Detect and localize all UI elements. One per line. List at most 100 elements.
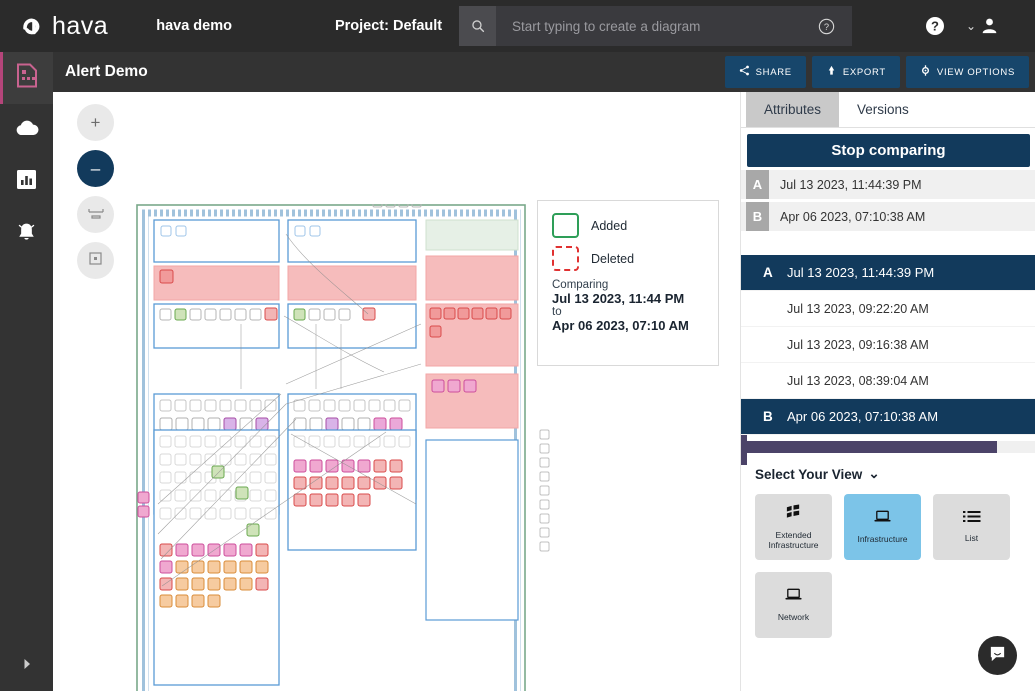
tab-attributes[interactable]: Attributes <box>746 92 839 127</box>
legend-from-date: Jul 13 2023, 11:44 PM <box>552 291 704 306</box>
bar-chart-icon <box>16 169 37 195</box>
export-button[interactable]: EXPORT <box>812 56 900 88</box>
view-card-infrastructure[interactable]: Infrastructure <box>844 494 921 560</box>
grid-blocks-icon <box>785 504 802 525</box>
legend-to-label: to <box>552 306 704 318</box>
view-card-network-label: Network <box>778 613 809 623</box>
compare-slot-a[interactable]: A Jul 13 2023, 11:44:39 PM <box>741 170 1035 199</box>
legend-added-row: Added <box>552 213 704 238</box>
bell-icon <box>16 221 37 248</box>
search-icon[interactable] <box>459 6 496 46</box>
view-card-network[interactable]: Network <box>755 572 832 638</box>
sidebar-item-alerts[interactable] <box>0 208 53 260</box>
sidebar-item-reports[interactable] <box>0 156 53 208</box>
tab-versions-label: Versions <box>857 102 909 117</box>
view-card-list-label: List <box>965 534 978 544</box>
center-icon <box>88 251 103 271</box>
legend-deleted-row: Deleted <box>552 246 704 271</box>
hava-diagram-app: hava hava demo Project: Default ▾ ? ? <box>0 0 1035 691</box>
diagram-toolbar: Alert Demo SHARE <box>53 52 1035 92</box>
svg-text:?: ? <box>931 19 939 34</box>
view-card-infrastructure-label: Infrastructure <box>857 535 907 545</box>
export-icon <box>826 65 837 79</box>
version-row-3-date: Jul 13 2023, 09:16:38 AM <box>787 338 929 352</box>
select-view-label: Select Your View <box>755 467 862 482</box>
select-view-toggle[interactable]: Select Your View ⌄ <box>755 466 1035 482</box>
user-menu-chevron-icon[interactable]: ⌄ <box>966 19 976 33</box>
chevron-down-icon: ⌄ <box>868 466 879 482</box>
view-options-button-label: VIEW OPTIONS <box>937 67 1015 78</box>
export-button-label: EXPORT <box>843 67 886 78</box>
version-list: A Jul 13 2023, 11:44:39 PM Jul 13 2023, … <box>741 255 1035 435</box>
legend-deleted-label: Deleted <box>591 252 634 266</box>
version-row-2[interactable]: Jul 13 2023, 09:22:20 AM <box>741 291 1035 327</box>
help-circle-icon[interactable]: ? <box>818 18 835 40</box>
added-swatch-icon <box>552 213 579 238</box>
chat-widget-button[interactable] <box>978 636 1017 675</box>
view-card-list[interactable]: List <box>933 494 1010 560</box>
plus-icon: + <box>91 113 101 133</box>
list-icon <box>963 510 981 528</box>
view-card-extended-infrastructure[interactable]: Extended Infrastructure <box>755 494 832 560</box>
hava-logo-icon <box>22 13 48 39</box>
chat-bubble-icon <box>988 644 1007 668</box>
zoom-controls: + – <box>77 104 114 279</box>
version-row-3[interactable]: Jul 13 2023, 09:16:38 AM <box>741 327 1035 363</box>
tab-versions[interactable]: Versions <box>839 92 927 127</box>
project-selector[interactable]: Project: Default <box>335 18 442 34</box>
legend-comparing-label: Comparing <box>552 279 704 291</box>
compare-slot-b-date: Apr 06 2023, 07:10:38 AM <box>769 202 925 231</box>
view-options-button[interactable]: VIEW OPTIONS <box>906 56 1029 88</box>
sidebar-expand-button[interactable] <box>0 651 53 681</box>
compare-slot-a-badge: A <box>746 170 769 199</box>
search-input[interactable] <box>496 6 852 46</box>
share-icon <box>739 65 750 79</box>
panel-horizontal-scrollbar[interactable] <box>741 441 1035 453</box>
brand-logo[interactable]: hava <box>22 13 108 39</box>
zoom-in-button[interactable]: + <box>77 104 114 141</box>
version-row-2-date: Jul 13 2023, 09:22:20 AM <box>787 302 929 316</box>
compare-slot-b[interactable]: B Apr 06 2023, 07:10:38 AM <box>741 202 1035 231</box>
deleted-swatch-icon <box>552 246 579 271</box>
version-row-a-badge: A <box>763 265 773 280</box>
minus-icon: – <box>91 159 100 179</box>
version-row-b-badge: B <box>763 409 773 424</box>
toolbar-buttons: SHARE EXPORT <box>725 52 1029 92</box>
share-button-label: SHARE <box>756 67 792 78</box>
brand-logo-text: hava <box>52 14 108 39</box>
help-filled-icon[interactable]: ? <box>925 16 945 41</box>
zoom-out-button[interactable]: – <box>77 150 114 187</box>
gear-icon <box>920 65 931 79</box>
right-panel: Attributes Versions Stop comparing A Jul… <box>740 92 1035 691</box>
tab-attributes-label: Attributes <box>764 102 821 117</box>
legend-to-date: Apr 06 2023, 07:10 AM <box>552 318 704 333</box>
svg-text:?: ? <box>824 22 829 32</box>
left-sidebar <box>0 52 53 691</box>
version-row-a[interactable]: A Jul 13 2023, 11:44:39 PM <box>741 255 1035 291</box>
cloud-icon <box>14 119 40 142</box>
fit-icon <box>88 205 104 225</box>
diagram-canvas[interactable]: + – <box>53 92 740 691</box>
infrastructure-diagram[interactable] <box>136 204 596 691</box>
sidebar-item-cloud[interactable] <box>0 104 53 156</box>
compare-slot-a-date: Jul 13 2023, 11:44:39 PM <box>769 170 922 199</box>
comparison-legend: Added Deleted Comparing Jul 13 2023, 11:… <box>537 200 719 366</box>
view-cards: Extended Infrastructure Infrastructure <box>755 494 1010 638</box>
version-row-a-date: Jul 13 2023, 11:44:39 PM <box>787 265 934 280</box>
version-row-4[interactable]: Jul 13 2023, 08:39:04 AM <box>741 363 1035 399</box>
center-view-button[interactable] <box>77 242 114 279</box>
version-row-b[interactable]: B Apr 06 2023, 07:10:38 AM <box>741 399 1035 435</box>
page-title: Alert Demo <box>65 63 148 81</box>
fit-to-screen-button[interactable] <box>77 196 114 233</box>
diagram-document-icon <box>16 63 38 93</box>
global-search <box>459 6 852 46</box>
panel-horizontal-scroll-thumb[interactable] <box>741 441 997 453</box>
sidebar-item-diagrams[interactable] <box>0 52 53 104</box>
share-button[interactable]: SHARE <box>725 56 806 88</box>
legend-added-label: Added <box>591 219 627 233</box>
user-avatar-icon[interactable] <box>980 16 999 40</box>
workspace-name[interactable]: hava demo <box>156 18 232 34</box>
stop-comparing-button[interactable]: Stop comparing <box>747 134 1030 167</box>
version-row-4-date: Jul 13 2023, 08:39:04 AM <box>787 374 929 388</box>
laptop-icon <box>873 509 892 529</box>
